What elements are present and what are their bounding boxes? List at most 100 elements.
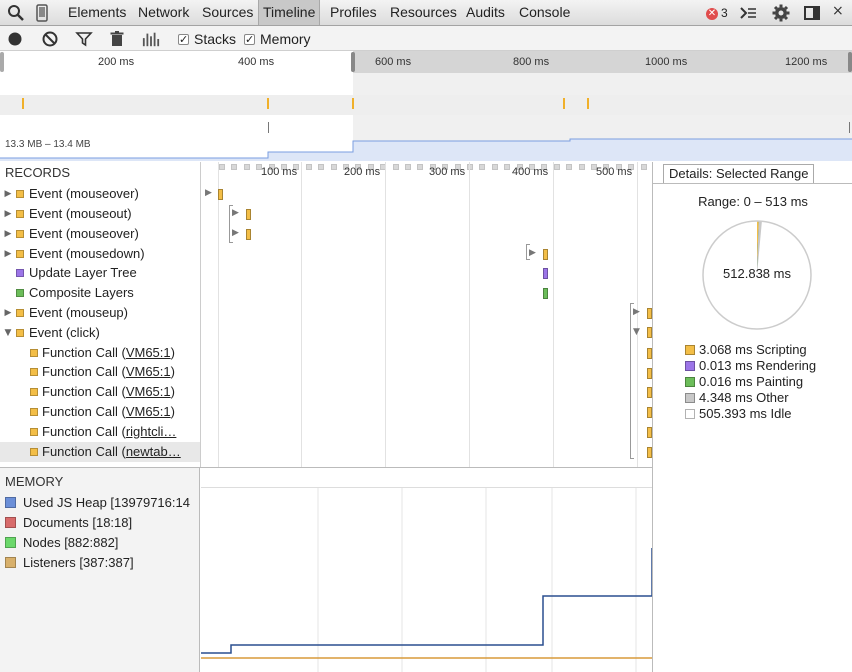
expand-toggle-icon[interactable]: ▶ [3, 184, 13, 204]
expand-toggle-icon[interactable]: ▶ [3, 224, 13, 244]
record-group-bracket [526, 244, 530, 260]
devtools-tab-bar: Elements Network Sources Timeline Profil… [0, 0, 852, 26]
timeline-grid[interactable]: 100 ms 200 ms 300 ms 400 ms 500 ms ▶ ▶ ▶ ▶ ▶… [200, 162, 659, 468]
record-row[interactable]: ▶ Event (mouseover) [0, 184, 200, 204]
expand-toggle-icon[interactable]: ▼ [3, 323, 13, 343]
record-category-swatch [30, 368, 38, 376]
record-bar[interactable] [543, 249, 548, 260]
record-bar[interactable] [246, 229, 251, 240]
record-title-suffix: ) [170, 345, 175, 360]
record-label: Event (mouseover) [29, 224, 139, 244]
counter-documents[interactable]: Documents [18:18] [5, 513, 200, 533]
selection-handle-left[interactable] [351, 52, 355, 72]
record-row[interactable]: Function Call (newtab… [0, 442, 200, 462]
record-row[interactable]: Function Call (rightcli… [0, 422, 200, 442]
record-row[interactable]: Composite Layers [0, 283, 200, 303]
counter-js-heap[interactable]: Used JS Heap [13979716:14 [5, 493, 200, 513]
grid-tick-label: 300 ms [429, 166, 466, 178]
tab-timeline[interactable]: Timeline [258, 0, 321, 25]
record-label: Update Layer Tree [29, 263, 137, 283]
tab-profiles[interactable]: Profiles [326, 0, 381, 25]
overview-left-edge-handle[interactable] [0, 52, 4, 72]
legend-idle: 505.393 ms Idle [685, 406, 792, 422]
counter-listeners[interactable]: Listeners [387:387] [5, 553, 200, 573]
grid-tick-label: 100 ms [261, 166, 298, 178]
record-row[interactable]: Function Call (VM65:1) [0, 343, 200, 363]
legend-value: 0.013 ms Rendering [699, 358, 817, 373]
record-row[interactable]: Function Call (VM65:1) [0, 362, 200, 382]
legend-swatch [685, 409, 695, 419]
record-source-link[interactable]: VM65:1 [126, 404, 171, 419]
error-counter[interactable]: ✕ 3 [706, 4, 728, 22]
counter-swatch [5, 517, 16, 528]
record-row[interactable]: ▼ Event (click) [0, 323, 200, 343]
device-mode-icon[interactable] [33, 4, 51, 22]
legend-swatch [685, 361, 695, 371]
dock-side-icon[interactable] [803, 4, 821, 22]
pie-total: 512.838 ms [723, 266, 791, 281]
tab-resources[interactable]: Resources [386, 0, 461, 25]
record-category-swatch [30, 388, 38, 396]
grid-expand-icon[interactable]: ▼ [633, 327, 640, 337]
record-title: Event (mousedown) [29, 246, 145, 261]
record-row[interactable]: ▶ Event (mouseover) [0, 224, 200, 244]
overview-event-mark [587, 98, 589, 109]
flame-chart-icon[interactable] [142, 30, 160, 48]
record-source-link[interactable]: VM65:1 [126, 364, 171, 379]
record-title: Event (mouseover) [29, 186, 139, 201]
record-category-swatch [16, 230, 24, 238]
details-tab[interactable]: Details: Selected Range [663, 164, 815, 184]
js-heap-line [201, 548, 652, 654]
record-source-link[interactable]: newtab… [126, 444, 181, 459]
grid-ruler-dot [566, 164, 572, 170]
record-row[interactable]: ▶ Event (mouseout) [0, 204, 200, 224]
timeline-overview[interactable]: 200 ms 400 ms 600 ms 800 ms 1000 ms 1200… [0, 51, 852, 161]
record-bar[interactable] [543, 268, 548, 279]
tab-elements[interactable]: Elements [64, 0, 130, 25]
legend-swatch [685, 377, 695, 387]
record-row[interactable]: ▶ Event (mousedown) [0, 244, 200, 264]
grid-line [301, 162, 302, 468]
record-row[interactable]: ▶ Event (mouseup) [0, 303, 200, 323]
grid-expand-icon[interactable]: ▶ [232, 228, 239, 238]
memory-header: MEMORY [5, 474, 64, 489]
gear-icon[interactable] [772, 4, 790, 22]
memory-checkbox[interactable]: Memory [244, 31, 311, 48]
record-bar[interactable] [218, 189, 223, 200]
grid-ruler-dot [479, 164, 485, 170]
record-row[interactable]: Update Layer Tree [0, 263, 200, 283]
records-header: RECORDS [5, 165, 71, 180]
record-bar[interactable] [246, 209, 251, 220]
record-source-link[interactable]: VM65:1 [126, 384, 171, 399]
stacks-checkbox[interactable]: Stacks [178, 31, 236, 48]
record-source-link[interactable]: VM65:1 [126, 345, 171, 360]
record-row[interactable]: Function Call (VM65:1) [0, 402, 200, 422]
grid-expand-icon[interactable]: ▶ [529, 248, 536, 258]
expand-toggle-icon[interactable]: ▶ [3, 303, 13, 323]
search-icon[interactable] [7, 4, 25, 22]
tab-sources[interactable]: Sources [198, 0, 257, 25]
record-bar[interactable] [543, 288, 548, 299]
close-icon[interactable]: × [832, 3, 844, 19]
grid-line [469, 162, 470, 468]
expand-toggle-icon[interactable]: ▶ [3, 244, 13, 264]
counter-nodes[interactable]: Nodes [882:882] [5, 533, 200, 553]
garbage-collect-icon[interactable] [108, 30, 126, 48]
record-row[interactable]: Function Call (VM65:1) [0, 382, 200, 402]
tab-audits[interactable]: Audits [462, 0, 509, 25]
record-source-link[interactable]: rightcli… [126, 424, 177, 439]
record-category-swatch [16, 210, 24, 218]
grid-expand-icon[interactable]: ▶ [633, 307, 640, 317]
legend-painting: 0.016 ms Painting [685, 374, 803, 390]
tab-console[interactable]: Console [515, 0, 574, 25]
tab-network[interactable]: Network [134, 0, 193, 25]
grid-expand-icon[interactable]: ▶ [232, 208, 239, 218]
record-icon[interactable] [6, 30, 24, 48]
grid-expand-icon[interactable]: ▶ [205, 188, 212, 198]
clear-icon[interactable] [41, 30, 59, 48]
filter-icon[interactable] [75, 30, 93, 48]
expand-toggle-icon[interactable]: ▶ [3, 204, 13, 224]
console-drawer-icon[interactable] [739, 4, 757, 22]
record-title: Function Call ( [42, 364, 126, 379]
selection-handle-right[interactable] [848, 52, 852, 72]
